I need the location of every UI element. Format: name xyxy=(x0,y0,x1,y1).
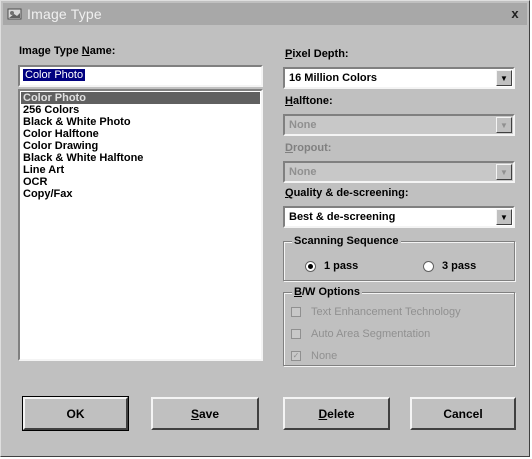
pixel-depth-value: 16 Million Colors xyxy=(289,72,378,84)
checkbox-icon xyxy=(291,307,301,317)
chevron-down-icon[interactable]: ▼ xyxy=(496,117,512,133)
image-type-listbox[interactable]: Color Photo 256 Colors Black & White Pho… xyxy=(18,89,263,361)
list-item[interactable]: Line Art xyxy=(21,164,260,176)
radio-selected-icon xyxy=(305,260,316,272)
bw-options-title: B/W Options xyxy=(292,286,362,298)
list-item[interactable]: Color Drawing xyxy=(21,140,260,152)
text-enhancement-label: Text Enhancement Technology xyxy=(311,306,461,318)
image-type-dialog: Image Type x Image Type Name: Color Phot… xyxy=(0,0,530,457)
none-checkbox[interactable]: ✓ None xyxy=(291,350,337,362)
radio-unselected-icon xyxy=(423,260,434,272)
list-item[interactable]: Black & White Photo xyxy=(21,116,260,128)
delete-button[interactable]: Delete xyxy=(283,397,390,430)
checkbox-checked-icon: ✓ xyxy=(291,351,301,361)
quality-label: Quality & de-screening: xyxy=(285,187,409,199)
text-enhancement-checkbox[interactable]: Text Enhancement Technology xyxy=(291,306,461,318)
pixel-depth-label: Pixel Depth: xyxy=(285,48,349,60)
halftone-label: Halftone: xyxy=(285,95,333,107)
list-item[interactable]: Black & White Halftone xyxy=(21,152,260,164)
image-type-icon xyxy=(7,7,23,21)
one-pass-radio[interactable]: 1 pass xyxy=(305,260,358,272)
dropout-value: None xyxy=(289,166,317,178)
window-title: Image Type xyxy=(27,6,102,22)
pixel-depth-select[interactable]: 16 Million Colors ▼ xyxy=(283,67,515,89)
close-button[interactable]: x xyxy=(507,6,523,21)
image-type-name-label: Image Type Name: xyxy=(19,45,116,57)
checkbox-icon xyxy=(291,329,301,339)
one-pass-label: 1 pass xyxy=(324,260,359,272)
list-item[interactable]: Color Halftone xyxy=(21,128,260,140)
none-label: None xyxy=(311,350,338,362)
list-item[interactable]: Color Photo xyxy=(21,92,260,104)
chevron-down-icon[interactable]: ▼ xyxy=(496,164,512,180)
list-item[interactable]: OCR xyxy=(21,176,260,188)
halftone-select[interactable]: None ▼ xyxy=(283,114,515,136)
image-type-name-input[interactable]: Color Photo xyxy=(18,65,263,87)
three-pass-radio[interactable]: 3 pass xyxy=(423,260,476,272)
list-item[interactable]: 256 Colors xyxy=(21,104,260,116)
dropout-label: Dropout: xyxy=(285,142,332,154)
auto-area-checkbox[interactable]: Auto Area Segmentation xyxy=(291,328,430,340)
list-item[interactable]: Copy/Fax xyxy=(21,188,260,200)
image-type-name-value: Color Photo xyxy=(23,69,86,81)
ok-button[interactable]: OK xyxy=(22,396,129,431)
chevron-down-icon[interactable]: ▼ xyxy=(496,70,512,86)
auto-area-label: Auto Area Segmentation xyxy=(311,328,431,340)
chevron-down-icon[interactable]: ▼ xyxy=(496,209,512,225)
save-button[interactable]: Save xyxy=(151,397,259,430)
cancel-button[interactable]: Cancel xyxy=(410,397,516,430)
halftone-value: None xyxy=(289,119,317,131)
dropout-select[interactable]: None ▼ xyxy=(283,161,515,183)
quality-value: Best & de-screening xyxy=(289,211,396,223)
scanning-sequence-title: Scanning Sequence xyxy=(292,235,401,247)
quality-select[interactable]: Best & de-screening ▼ xyxy=(283,206,515,228)
title-bar[interactable]: Image Type x xyxy=(3,3,527,25)
three-pass-label: 3 pass xyxy=(442,260,477,272)
